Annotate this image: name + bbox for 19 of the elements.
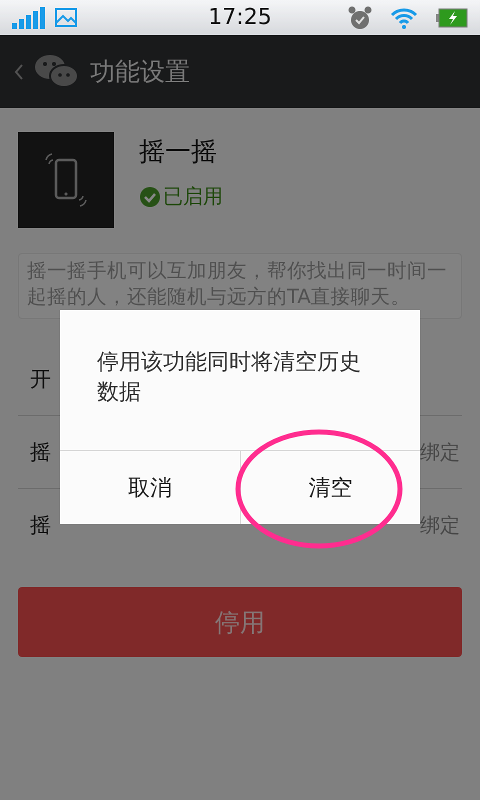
setting-label[interactable]: 摇 bbox=[30, 511, 51, 539]
clock-time: 17:25 bbox=[207, 5, 273, 30]
status-label: 已启用 bbox=[163, 183, 223, 210]
shake-phone-icon bbox=[18, 132, 114, 228]
alarm-icon bbox=[348, 6, 372, 30]
setting-value: 绑定 bbox=[420, 438, 460, 466]
dialog-button[interactable]: 清空 bbox=[240, 451, 420, 524]
page-title: 功能设置 bbox=[90, 56, 190, 88]
setting-label[interactable]: 摇 bbox=[30, 438, 51, 466]
back-icon[interactable] bbox=[14, 62, 24, 80]
image-icon bbox=[54, 6, 78, 28]
dialog-message: 停用该功能同时将清空历史数据 bbox=[96, 349, 362, 407]
battery-charging-icon bbox=[436, 8, 468, 28]
setting-label[interactable]: 开 bbox=[30, 365, 51, 393]
wifi-icon bbox=[390, 6, 418, 28]
signal-icon bbox=[12, 6, 46, 28]
setting-value: 绑定 bbox=[420, 512, 460, 538]
dialog-button[interactable]: 取消 bbox=[60, 451, 240, 524]
feature-name: 摇一摇 bbox=[139, 136, 218, 169]
